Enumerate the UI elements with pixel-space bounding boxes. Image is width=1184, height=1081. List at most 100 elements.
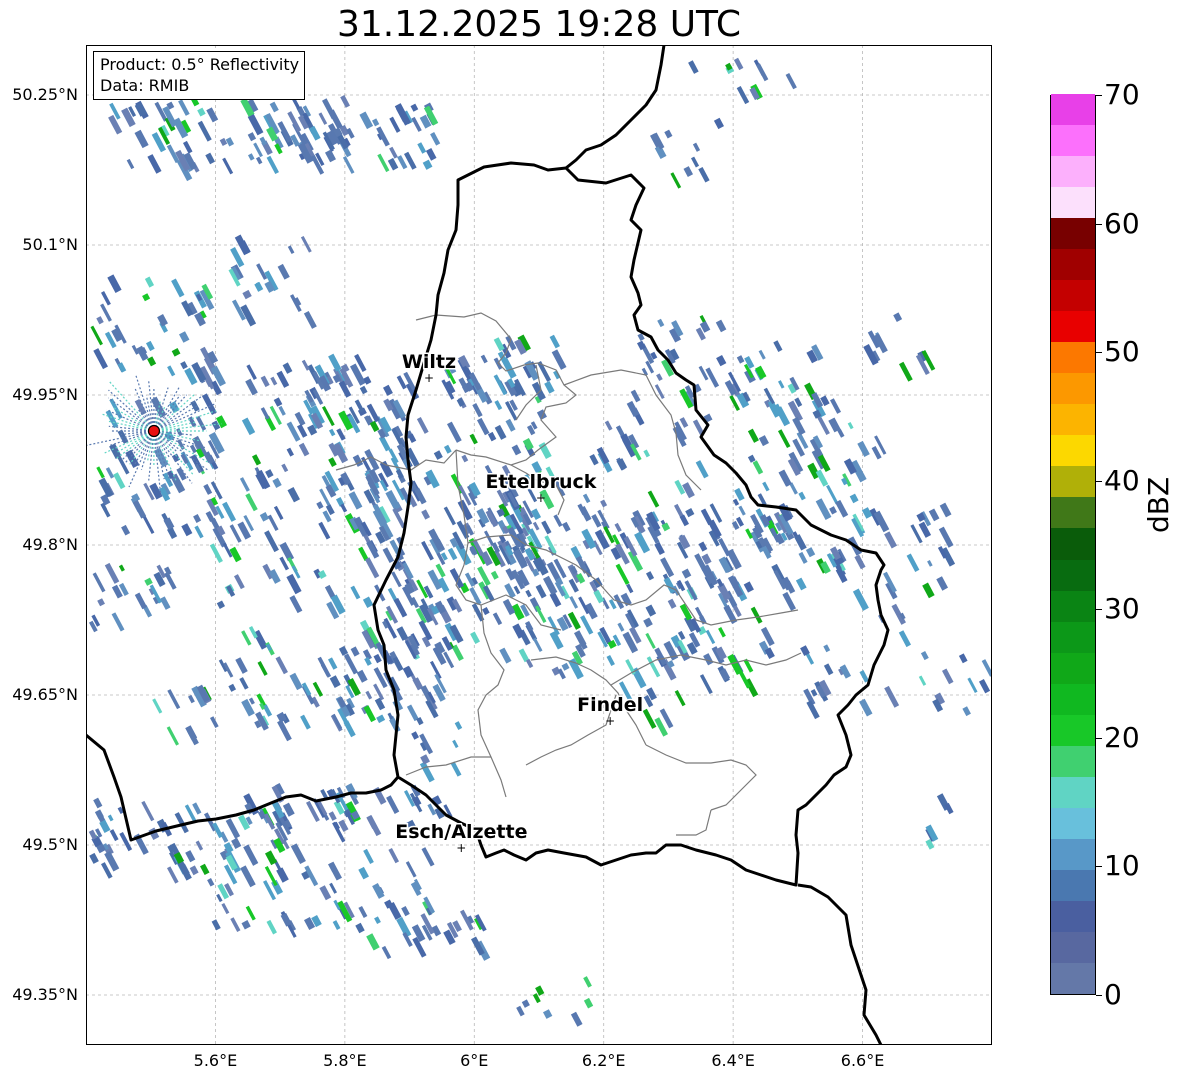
radar-echo	[854, 554, 866, 570]
radar-echo	[492, 612, 503, 626]
colorbar-segment	[1051, 465, 1095, 498]
lon-tick-label: 5.8°E	[323, 1051, 367, 1070]
radar-echo	[521, 999, 530, 1008]
radar-echo	[733, 57, 744, 71]
colorbar-tick-label: 10	[1104, 849, 1140, 883]
radar-echo	[737, 668, 751, 689]
radar-echo	[826, 484, 839, 505]
radar-echo	[348, 491, 363, 510]
radar-echo	[505, 418, 516, 432]
radar-echo	[383, 384, 393, 396]
radar-echo	[193, 514, 202, 523]
radar-map[interactable]: + Wiltz + Ettelbruck + Findel + Esch/Alzette	[86, 45, 992, 1045]
radar-echo	[433, 450, 443, 460]
radar-echo	[287, 487, 300, 503]
radar-echo	[382, 547, 395, 564]
colorbar-label: dBZ	[1142, 476, 1175, 533]
radar-echo	[96, 466, 105, 479]
radar-echo	[685, 508, 695, 518]
radar-echo	[206, 107, 219, 123]
radar-echo	[266, 919, 277, 935]
radar-echo	[378, 435, 391, 452]
radar-echo	[366, 933, 380, 951]
radar-echo	[884, 685, 900, 708]
radar-echo	[294, 411, 306, 426]
radar-echo	[420, 754, 430, 765]
radar-echo	[147, 154, 162, 174]
radar-site-icon[interactable]	[147, 424, 161, 438]
radar-echo	[264, 530, 279, 553]
radar-echo	[893, 312, 903, 322]
radar-echo	[281, 463, 289, 473]
radar-echo	[340, 503, 348, 513]
radar-echo	[96, 316, 104, 325]
radar-echo	[682, 482, 695, 499]
radar-echo	[815, 469, 829, 487]
radar-echo	[239, 477, 250, 492]
lat-tick-label: 49.65°N	[12, 685, 78, 704]
radar-echo	[121, 524, 131, 536]
radar-echo	[823, 644, 831, 653]
radar-echo	[541, 520, 552, 535]
radar-echo	[470, 631, 480, 644]
radar-echo	[698, 541, 708, 552]
radar-echo	[146, 340, 155, 352]
border-germany-belgium	[565, 45, 666, 170]
radar-echo	[958, 653, 968, 664]
radar-echo	[164, 571, 177, 590]
radar-echo	[417, 142, 427, 154]
radar-echo	[391, 571, 402, 588]
colorbar-segment	[1051, 248, 1095, 281]
radar-echo	[280, 912, 292, 927]
colorbar-segment	[1051, 155, 1095, 188]
radar-echo	[396, 626, 409, 641]
radar-echo	[365, 557, 380, 579]
radar-echo	[231, 837, 242, 850]
radar-site-marker[interactable]	[147, 424, 161, 438]
radar-echo	[359, 385, 368, 395]
radar-echo	[350, 585, 361, 600]
radar-echo	[938, 526, 954, 548]
border-germany-france	[797, 883, 883, 1045]
radar-echo	[532, 637, 543, 652]
radar-echo	[93, 348, 108, 370]
colorbar-segment	[1051, 434, 1095, 467]
radar-echo	[504, 583, 516, 599]
radar-echo	[411, 116, 422, 132]
radar-echo	[221, 902, 230, 915]
radar-echo	[197, 120, 212, 142]
canton-boundary	[405, 756, 491, 776]
radar-echo	[447, 421, 462, 443]
radar-echo	[522, 437, 534, 451]
radar-echo	[421, 847, 435, 867]
radar-echo	[107, 814, 114, 822]
radar-echo	[738, 505, 746, 516]
radar-echo	[443, 506, 456, 526]
radar-echo	[282, 362, 293, 374]
radar-echo	[270, 376, 278, 386]
radar-echo	[861, 507, 873, 519]
radar-echo	[630, 389, 641, 403]
radar-echo	[273, 397, 283, 407]
radar-echo	[235, 657, 248, 674]
radar-echo	[207, 878, 215, 887]
radar-echo	[829, 506, 837, 515]
radar-echo	[553, 514, 563, 528]
radar-echo	[762, 481, 770, 492]
radar-echo	[493, 374, 508, 396]
radar-echo	[350, 646, 360, 657]
radar-echo	[487, 431, 497, 442]
radar-echo	[583, 976, 592, 988]
radar-echo	[499, 647, 512, 664]
colorbar-tick-label: 60	[1104, 206, 1140, 240]
radar-echo	[405, 861, 417, 878]
radar-echo	[247, 132, 257, 142]
radar-echo	[239, 677, 249, 690]
radar-echo	[589, 454, 599, 466]
radar-echo	[544, 381, 555, 394]
radar-echo	[387, 157, 399, 171]
radar-echo	[654, 541, 665, 556]
radar-echo	[525, 589, 532, 598]
radar-echo	[422, 159, 433, 170]
radar-echo	[642, 708, 657, 729]
